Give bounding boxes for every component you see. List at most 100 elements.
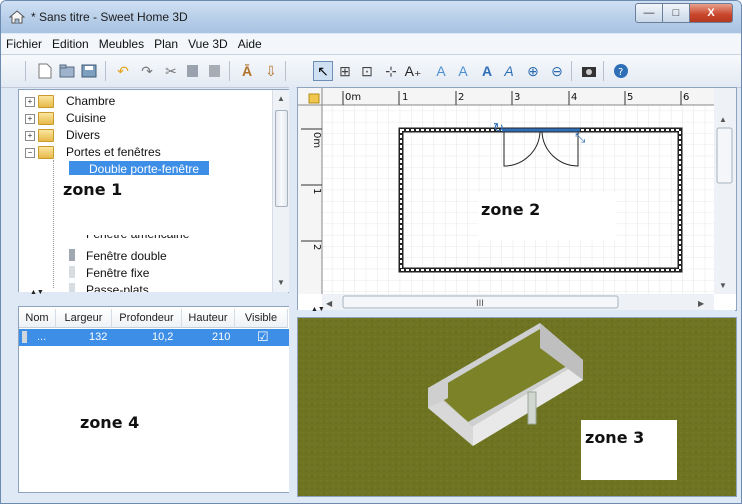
toolbar-grip xyxy=(25,61,26,81)
zone-2-label: zone 2 xyxy=(478,192,616,240)
menu-plan[interactable]: Plan xyxy=(149,34,183,51)
menu-fichier[interactable]: Fichier xyxy=(1,34,47,51)
ruler-x-label: 6 xyxy=(683,92,689,103)
photo-icon[interactable] xyxy=(579,61,599,81)
toolbar-separator xyxy=(571,61,572,81)
furniture-table[interactable]: Nom Largeur Profondeur Hauteur Visible .… xyxy=(18,306,290,493)
zone-4-label: zone 4 xyxy=(74,397,229,455)
ruler-x-label: 4 xyxy=(571,92,577,103)
furniture-catalog-tree[interactable]: + Chambre + Cuisine + Divers − Portes et… xyxy=(18,89,290,293)
ruler-y-label: 1 xyxy=(311,188,322,194)
scroll-up-icon[interactable]: ▲ xyxy=(719,115,727,124)
rotate-handle-icon[interactable]: ↻ xyxy=(493,120,504,135)
scroll-thumb[interactable] xyxy=(275,110,288,207)
close-button[interactable]: X xyxy=(689,3,733,23)
tree-guide-line xyxy=(53,160,55,288)
menu-vue3d[interactable]: Vue 3D xyxy=(183,34,233,51)
maximize-button[interactable]: □ xyxy=(662,3,690,23)
italic-icon[interactable]: A xyxy=(499,61,519,81)
create-walls-icon[interactable]: ⊞ xyxy=(335,61,355,81)
add-text-icon[interactable]: A₊ xyxy=(403,61,423,81)
undo-icon[interactable]: ↶ xyxy=(113,61,133,81)
svg-text:?: ? xyxy=(618,67,623,78)
splitter-arrows-icon[interactable]: ▲▼ xyxy=(30,289,44,296)
ruler-x-label: 2 xyxy=(458,92,464,103)
folder-icon xyxy=(38,95,54,108)
help-icon[interactable]: ? xyxy=(611,61,631,81)
window-icon xyxy=(69,249,75,261)
ruler-y-label: 0m xyxy=(311,132,322,148)
expand-icon[interactable]: + xyxy=(25,97,35,107)
sweet-home-app-icon xyxy=(9,10,25,24)
catalog-scrollbar[interactable]: ▲ ▼ xyxy=(272,90,289,292)
ruler-x-label: 1 xyxy=(402,92,408,103)
plan-view[interactable]: 0m 1 2 3 4 5 6 0m 1 2 ↻ ⤡ ▲ ▼ III ◀ ▶ zo… xyxy=(297,87,737,311)
vertical-splitter[interactable] xyxy=(289,87,296,495)
create-dimensions-icon[interactable]: ⊹ xyxy=(381,61,401,81)
add-furniture-icon[interactable]: Ā xyxy=(237,61,257,81)
import-furniture-icon[interactable]: ⇩ xyxy=(261,61,281,81)
minimize-button[interactable]: — xyxy=(635,3,663,23)
zoom-in-icon[interactable]: ⊕ xyxy=(523,61,543,81)
save-icon[interactable] xyxy=(79,61,99,81)
splitter-arrows-icon[interactable]: ▲▼ xyxy=(311,306,325,313)
zone-3-label: zone 3 xyxy=(581,420,677,480)
toolbar-separator xyxy=(603,61,604,81)
bold-icon[interactable]: A xyxy=(477,61,497,81)
text-style-icon[interactable]: A xyxy=(453,61,473,81)
ruler-x-label: 3 xyxy=(514,92,520,103)
menu-bar: Fichier Edition Meubles Plan Vue 3D Aide xyxy=(1,34,741,55)
column-profondeur[interactable]: Profondeur xyxy=(112,309,182,328)
new-icon[interactable] xyxy=(35,61,55,81)
select-icon[interactable]: ↖ xyxy=(313,61,333,81)
text-style-icon[interactable]: A xyxy=(431,61,451,81)
folder-icon xyxy=(38,112,54,125)
column-largeur[interactable]: Largeur xyxy=(56,309,112,328)
app-window: * Sans titre - Sweet Home 3D — □ X Fichi… xyxy=(0,0,742,504)
window-icon xyxy=(69,266,75,278)
scroll-right-icon[interactable]: ▶ xyxy=(698,299,705,308)
zoom-out-icon[interactable]: ⊖ xyxy=(547,61,567,81)
copy-icon[interactable] xyxy=(183,61,203,81)
folder-open-icon xyxy=(38,146,54,159)
create-rooms-icon[interactable]: ⊡ xyxy=(357,61,377,81)
title-bar[interactable]: * Sans titre - Sweet Home 3D — □ X xyxy=(1,1,741,33)
scroll-up-icon[interactable]: ▲ xyxy=(277,94,285,103)
door-icon xyxy=(22,331,27,343)
column-visible[interactable]: Visible xyxy=(235,309,288,328)
3d-view[interactable]: zone 3 xyxy=(297,317,737,497)
toolbar-separator xyxy=(285,61,286,81)
menu-edition[interactable]: Edition xyxy=(47,34,94,51)
toolbar-separator xyxy=(229,61,230,81)
zone-1-label: zone 1 xyxy=(59,175,213,235)
menu-meubles[interactable]: Meubles xyxy=(94,34,149,51)
window-title: * Sans titre - Sweet Home 3D xyxy=(31,10,188,24)
scroll-grip: III xyxy=(476,299,484,309)
ruler-x-label: 5 xyxy=(627,92,633,103)
open-icon[interactable] xyxy=(57,61,77,81)
table-row[interactable]: ... 132 10,2 210 ☑ xyxy=(19,329,289,346)
toolbar: ↶ ↷ ✂ Ā ⇩ ↖ ⊞ ⊡ ⊹ A₊ A A A A ⊕ ⊖ ? xyxy=(1,55,741,88)
toolbar-separator xyxy=(105,61,106,81)
scroll-left-icon[interactable]: ◀ xyxy=(326,299,333,308)
cut-icon[interactable]: ✂ xyxy=(161,61,181,81)
scroll-down-icon[interactable]: ▼ xyxy=(719,281,727,290)
redo-icon[interactable]: ↷ xyxy=(137,61,157,81)
plan-vscroll-thumb[interactable] xyxy=(716,127,733,184)
scroll-down-icon[interactable]: ▼ xyxy=(277,278,285,287)
horizontal-splitter-right[interactable]: ▲▼ xyxy=(297,306,735,316)
collapse-icon[interactable]: − xyxy=(25,148,35,158)
column-hauteur[interactable]: Hauteur xyxy=(182,309,235,328)
horizontal-splitter[interactable]: ▲▼ xyxy=(18,289,288,305)
ruler-y-label: 2 xyxy=(311,244,322,250)
resize-handle-icon[interactable]: ⤡ xyxy=(575,130,586,145)
folder-icon xyxy=(38,129,54,142)
plan-corner-icon xyxy=(308,93,320,104)
paste-icon[interactable] xyxy=(205,61,225,81)
expand-icon[interactable]: + xyxy=(25,131,35,141)
ruler-x-label: 0m xyxy=(345,92,361,103)
visible-checkbox[interactable]: ☑ xyxy=(257,329,269,345)
expand-icon[interactable]: + xyxy=(25,114,35,124)
column-nom[interactable]: Nom xyxy=(19,309,56,328)
menu-aide[interactable]: Aide xyxy=(233,34,267,51)
